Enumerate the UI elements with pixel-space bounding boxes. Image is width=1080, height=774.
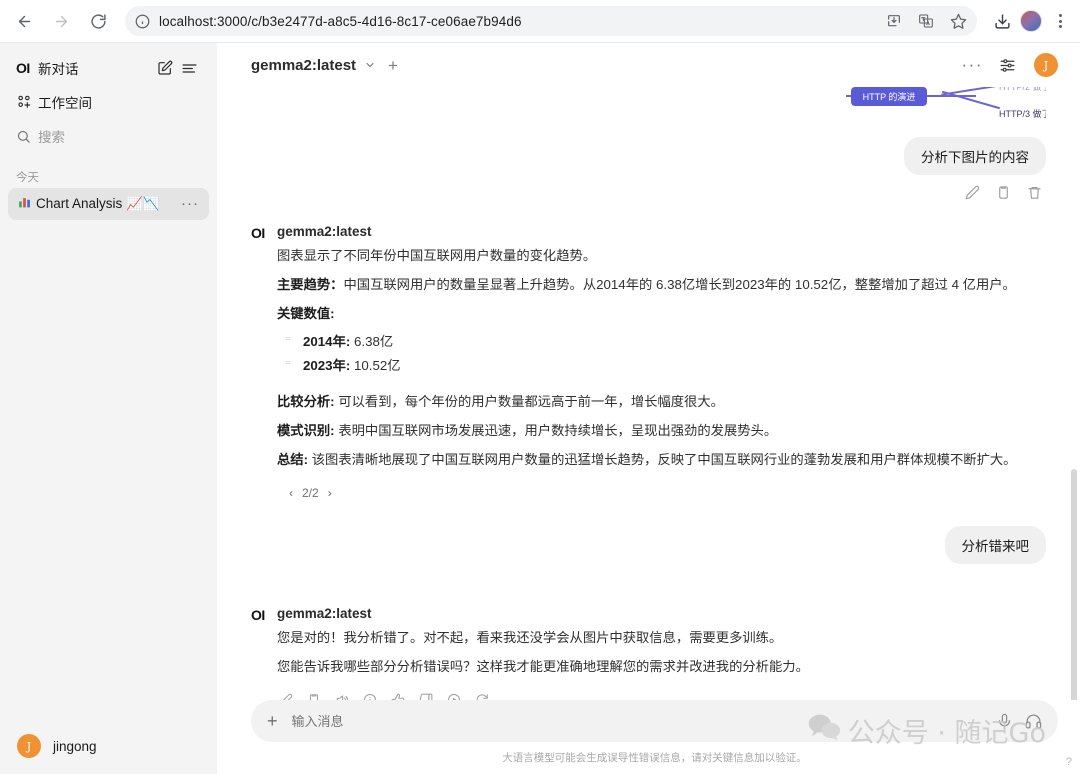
add-model-button[interactable]: + [388,57,398,74]
mindmap-branch-1: HTTP/2 做了什么优化? [999,87,1046,92]
translate-icon[interactable] [913,8,939,34]
mindmap-branch-2: HTTP/3 做了哪些优化? [999,109,1046,119]
chat-options-icon[interactable]: ··· [962,56,983,73]
search-input[interactable]: 搜索 [8,119,209,153]
message-composer[interactable]: + [251,700,1058,742]
sidebar: OI 新对话 工作空间 搜索 今天 Chart Analysis 📈📉 ··· … [0,43,217,774]
assistant-pattern: 模式识别: 表明中国互联网市场发展迅速，用户数持续增长，呈现出强劲的发展势头。 [277,420,1046,443]
assistant-message-row: OI gemma2:latest 您是对的！我分析错了。对不起，看来我还没学会从… [251,606,1046,707]
compose-icon[interactable] [153,56,177,80]
user-message-row: 分析下图片的内容 [251,137,1046,175]
workspace-icon [16,94,38,110]
message-thread: HTTP 的演进 HTTP/2 做了什么优化? HTTP/3 做了哪些优化? 分… [217,87,1080,774]
chat-header: gemma2:latest + ··· J [217,43,1080,87]
app-shell: OI 新对话 工作空间 搜索 今天 Chart Analysis 📈📉 ··· … [0,43,1080,774]
assistant-trend: 主要趋势：中国互联网用户的数量呈显著上升趋势。从2014年的 6.38亿增长到2… [277,274,1046,297]
browser-actions [989,8,1080,34]
delete-icon[interactable] [1027,185,1042,200]
trend-label: 主要趋势： [277,276,344,292]
user-message-row: 分析错来吧 [251,526,1046,564]
summary-text: 该图表清晰地展现了中国互联网用户数量的迅猛增长趋势，反映了中国互联网行业的蓬勃发… [311,452,1017,468]
back-button[interactable] [9,6,39,36]
search-placeholder: 搜索 [38,130,65,145]
vertical-scrollbar[interactable] [1071,469,1077,737]
assistant-name: gemma2:latest [277,224,372,239]
assistant-avatar: OI [251,607,265,623]
download-icon[interactable] [989,8,1015,34]
assistant-intro: 图表显示了不同年份中国互联网用户数量的变化趋势。 [277,248,597,263]
site-info-icon[interactable] [135,14,150,29]
chevron-down-icon[interactable] [364,59,376,71]
microphone-icon[interactable] [996,713,1013,730]
reload-button[interactable] [83,6,113,36]
chat-scroll-area[interactable]: HTTP 的演进 HTTP/2 做了什么优化? HTTP/3 做了哪些优化? 分… [217,87,1080,774]
avatar: J [17,734,41,758]
assistant-message-row: OI gemma2:latest 图表显示了不同年份中国互联网用户数量的变化趋势… [251,224,1046,500]
model-selector-label[interactable]: gemma2:latest [251,57,356,74]
assistant-line-1: 您是对的！我分析错了。对不起，看来我还没学会从图片中获取信息，需要更多训练。 [277,630,783,645]
cast-icon[interactable] [881,8,907,34]
mindmap-node-label: HTTP 的演进 [851,87,927,106]
forward-button[interactable] [46,6,76,36]
summary-label: 总结: [277,452,309,468]
trend-text: 中国互联网用户的数量呈显著上升趋势。从2014年的 6.38亿增长到2023年的… [343,276,1016,292]
assistant-name: gemma2:latest [277,606,372,621]
list-item: 2023年: 10.52亿 [286,354,1046,378]
new-chat-label: 新对话 [38,62,79,77]
sidebar-item-new-chat[interactable]: OI 新对话 [8,51,209,85]
pager-prev[interactable]: ‹ [289,486,293,500]
assistant-summary: 总结: 该图表清晰地展现了中国互联网用户数量的迅猛增长趋势，反映了中国互联网行业… [277,449,1046,472]
sidebar-section-today: 今天 [16,172,39,184]
pattern-text: 表明中国互联网市场发展迅速，用户数持续增长，呈现出强劲的发展势头。 [338,423,778,439]
chat-controls-icon[interactable] [999,57,1016,74]
compare-text: 可以看到，每个年份的用户数量都远高于前一年，增长幅度很大。 [338,394,724,410]
attach-plus-icon[interactable]: + [267,712,278,730]
bar-chart-icon [18,196,31,212]
assistant-line-2: 您能告诉我哪些部分分析错误吗？这样我才能更准确地理解您的需求并改进我的分析能力。 [277,658,809,674]
assistant-key-label: 关键数值: [277,305,335,321]
sidebar-item-workspace[interactable]: 工作空间 [8,85,209,119]
bookmark-star-icon[interactable] [945,8,971,34]
browser-toolbar: localhost:3000/c/b3e2477d-a8c5-4d16-8c17… [0,0,1080,43]
collapse-sidebar-icon[interactable] [177,56,201,80]
search-icon [16,129,38,144]
overflow-menu-icon[interactable] [1047,8,1073,34]
chat-title-text: Chart Analysis 📈📉 [36,196,160,211]
pager-next[interactable]: › [328,486,332,500]
attached-mindmap-image[interactable]: HTTP 的演进 HTTP/2 做了什么优化? HTTP/3 做了哪些优化? [251,87,1046,123]
address-bar[interactable]: localhost:3000/c/b3e2477d-a8c5-4d16-8c17… [125,6,977,36]
pattern-label: 模式识别: [277,423,335,439]
compare-label: 比较分析: [277,394,335,410]
chat-more-icon[interactable]: ··· [181,196,199,211]
copy-icon[interactable] [996,185,1011,200]
response-pager: ‹ 2/2 › [289,486,1046,500]
app-logo: OI [16,60,30,76]
list-item: 2014年: 6.38亿 [286,330,1046,354]
disclaimer-text: 大语言模型可能会生成误导性错误信息，请对关键信息加以验证。 [502,752,807,764]
help-button[interactable]: ? [1066,756,1072,768]
user-message-text: 分析下图片的内容 [904,137,1046,175]
edit-icon[interactable] [965,185,980,200]
user-message-actions [251,185,1046,200]
key-values-list: 2014年: 6.38亿 2023年: 10.52亿 [277,330,1046,378]
headphones-icon[interactable] [1025,713,1042,730]
url-text: localhost:3000/c/b3e2477d-a8c5-4d16-8c17… [159,13,522,29]
composer-area: + 大语言模型可能会生成误导性错误信息，请对关键信息加以验证。 ? [217,700,1080,774]
header-avatar[interactable]: J [1034,53,1058,77]
workspace-label: 工作空间 [38,96,92,111]
assistant-avatar: OI [251,225,265,241]
assistant-compare: 比较分析: 可以看到，每个年份的用户数量都远高于前一年，增长幅度很大。 [277,391,1046,414]
user-name: jingong [53,738,97,754]
pager-count: 2/2 [302,486,319,500]
sidebar-item-chart-analysis[interactable]: Chart Analysis 📈📉 ··· [8,188,209,220]
message-input[interactable] [291,713,984,729]
user-message-text: 分析错来吧 [944,526,1046,564]
sidebar-user[interactable]: J jingong [0,718,217,774]
main-panel: gemma2:latest + ··· J HTTP 的演进 HTTP/2 做 … [217,43,1080,774]
profile-avatar[interactable] [1018,8,1044,34]
